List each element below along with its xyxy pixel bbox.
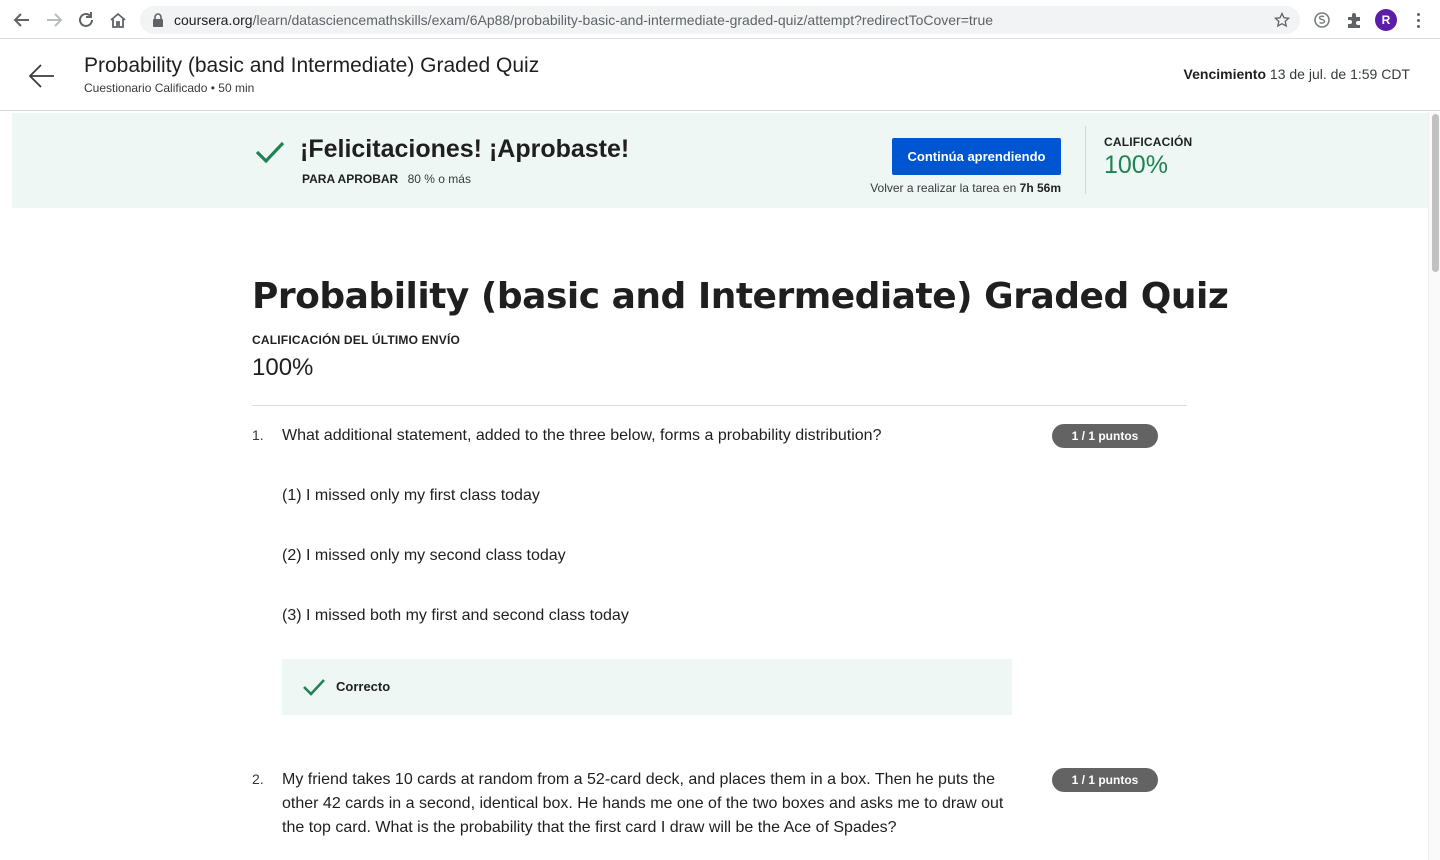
feedback-correct: Correcto <box>282 659 1012 715</box>
points-badge: 1 / 1 puntos <box>1052 768 1158 792</box>
question-text: My friend takes 10 cards at random from … <box>282 771 1004 836</box>
address-bar[interactable]: coursera.org/learn/datasciencemathskills… <box>140 6 1300 34</box>
back-icon[interactable] <box>10 8 34 32</box>
pass-requirement: PARA APROBAR 80 % o más <box>302 172 471 186</box>
extensions-puzzle-icon[interactable] <box>1343 9 1365 31</box>
profile-avatar[interactable]: R <box>1375 9 1397 31</box>
retake-info: Volver a realizar la tarea en 7h 56m <box>870 181 1061 195</box>
browser-toolbar: coursera.org/learn/datasciencemathskills… <box>0 0 1440 39</box>
last-submission-label: CALIFICACIÓN DEL ÚLTIMO ENVÍO <box>252 333 461 347</box>
forward-icon[interactable] <box>42 8 66 32</box>
lock-icon <box>152 13 164 32</box>
grade-label: CALIFICACIÓN <box>1104 135 1193 149</box>
congrats-title: ¡Felicitaciones! ¡Aprobaste! <box>300 135 630 163</box>
question-number: 2. <box>252 771 264 787</box>
section-divider <box>252 405 1187 406</box>
due-date: Vencimiento 13 de jul. de 1:59 CDT <box>1184 66 1410 82</box>
url-text: coursera.org/learn/datasciencemathskills… <box>174 12 994 28</box>
page-title: Probability (basic and Intermediate) Gra… <box>252 276 1229 317</box>
bookmark-star-icon[interactable] <box>1273 11 1291 33</box>
reload-icon[interactable] <box>74 8 98 32</box>
home-icon[interactable] <box>106 8 130 32</box>
passed-banner: ¡Felicitaciones! ¡Aprobaste! PARA APROBA… <box>12 113 1428 208</box>
last-submission-value: 100% <box>252 354 314 381</box>
scrollbar-thumb[interactable] <box>1432 114 1439 272</box>
quiz-header: Probability (basic and Intermediate) Gra… <box>0 40 1440 111</box>
retake-time: 7h 56m <box>1019 181 1061 195</box>
question-text: What additional statement, added to the … <box>282 427 882 444</box>
header-subtitle: Cuestionario Calificado • 50 min <box>84 81 255 95</box>
skype-extension-icon[interactable] <box>1311 9 1333 31</box>
question-number: 1. <box>252 427 264 443</box>
statement-item: (2) I missed only my second class today <box>282 547 566 564</box>
banner-divider <box>1085 126 1086 194</box>
due-label: Vencimiento <box>1183 66 1267 82</box>
grade-value: 100% <box>1104 151 1168 179</box>
page-scrollbar[interactable] <box>1428 112 1440 860</box>
statement-item: (1) I missed only my first class today <box>282 487 540 504</box>
correct-check-icon <box>302 677 326 697</box>
continue-learning-button[interactable]: Continúa aprendiendo <box>892 138 1061 175</box>
pass-label: PARA APROBAR <box>302 172 399 186</box>
checkmark-icon <box>254 137 286 167</box>
due-value: 13 de jul. de 1:59 CDT <box>1269 66 1410 82</box>
feedback-label: Correcto <box>336 679 391 694</box>
points-badge: 1 / 1 puntos <box>1052 424 1158 448</box>
retake-prefix: Volver a realizar la tarea en <box>870 181 1017 195</box>
browser-menu-icon[interactable] <box>1408 9 1428 31</box>
pass-value: 80 % o más <box>407 172 471 186</box>
back-arrow-icon[interactable] <box>26 60 58 92</box>
header-title: Probability (basic and Intermediate) Gra… <box>84 54 540 77</box>
statement-item: (3) I missed both my first and second cl… <box>282 607 629 624</box>
